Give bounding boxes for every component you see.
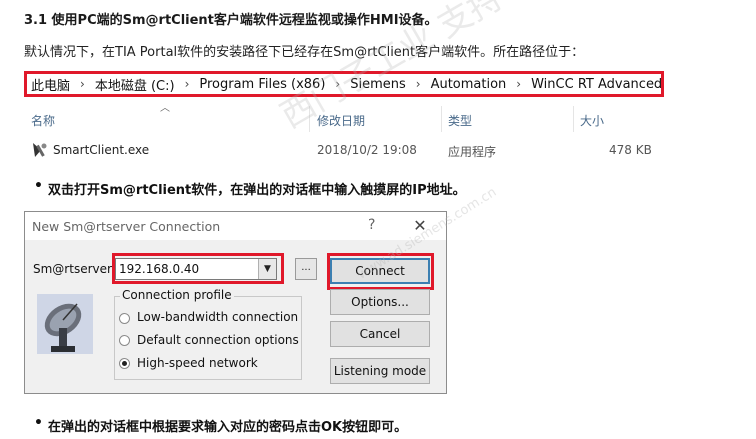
breadcrumb: 此电脑 › 本地磁盘 (C:) › Program Files (x86) › … (24, 71, 664, 97)
breadcrumb-item-program-files[interactable]: Program Files (x86) (195, 77, 329, 92)
breadcrumb-item-this-pc[interactable]: 此电脑 (27, 75, 74, 94)
dialog-title: New Sm@rtserver Connection (32, 219, 221, 234)
dialog-titlebar: New Sm@rtserver Connection ? ✕ (25, 212, 446, 240)
radio-label-default[interactable]: Default connection options (137, 333, 299, 347)
satellite-dish-icon (37, 294, 93, 354)
help-icon[interactable]: ? (368, 217, 375, 233)
browse-button[interactable]: ... (295, 258, 317, 280)
column-divider (309, 106, 310, 132)
radio-low-bandwidth[interactable] (119, 313, 130, 324)
intro-paragraph: 默认情况下，在TIA Portal软件的安装路径下已经存在Sm@rtClient… (24, 45, 585, 60)
breadcrumb-item-siemens[interactable]: Siemens (346, 77, 410, 92)
radio-high-speed[interactable] (119, 358, 130, 369)
breadcrumb-item-wincc[interactable]: WinCC RT Advanced (527, 77, 661, 92)
chevron-right-icon: › (184, 77, 190, 91)
chevron-right-icon: › (80, 77, 85, 91)
column-header-modified[interactable]: 修改日期 (317, 112, 365, 129)
file-name[interactable]: SmartClient.exe (53, 143, 149, 157)
chevron-right-icon: › (335, 77, 341, 91)
server-label: Sm@rtserver: (33, 262, 116, 276)
column-header-name[interactable]: 名称 (31, 112, 55, 129)
sort-up-icon: ︿ (160, 103, 170, 114)
radio-default[interactable] (119, 335, 130, 346)
file-size: 478 KB (609, 143, 652, 157)
section-heading: 3.1 使用PC端的Sm@rtClient客户端软件远程监视或操作HMI设备。 (24, 13, 438, 28)
chevron-right-icon: › (516, 77, 522, 91)
file-type: 应用程序 (448, 145, 497, 159)
highlight-box (327, 253, 434, 290)
column-divider (573, 106, 574, 132)
radio-label-low-bandwidth[interactable]: Low-bandwidth connection (137, 310, 298, 324)
connection-profile-label: Connection profile (120, 288, 234, 302)
chevron-right-icon: › (415, 77, 421, 91)
instruction-bullet: 在弹出的对话框中根据要求输入对应的密码点击OK按钮即可。 (34, 415, 407, 435)
breadcrumb-item-automation[interactable]: Automation (427, 77, 511, 92)
file-modified: 2018/10/2 19:08 (317, 143, 417, 157)
radio-label-high-speed[interactable]: High-speed network (137, 356, 258, 370)
column-header-size[interactable]: 大小 (580, 112, 604, 129)
options-button[interactable]: Options... (330, 289, 430, 315)
listening-mode-button[interactable]: Listening mode (330, 358, 430, 384)
column-divider (441, 106, 442, 132)
column-header-type[interactable]: 类型 (448, 112, 472, 129)
instruction-bullet: 双击打开Sm@rtClient软件，在弹出的对话框中输入触摸屏的IP地址。 (34, 178, 466, 198)
smartclient-app-icon[interactable] (31, 141, 49, 159)
cancel-button[interactable]: Cancel (330, 321, 430, 347)
connection-dialog: New Sm@rtserver Connection ? ✕ Sm@rtserv… (24, 211, 447, 394)
highlight-box (112, 253, 284, 284)
breadcrumb-item-local-disk[interactable]: 本地磁盘 (C:) (91, 75, 179, 94)
close-icon[interactable]: ✕ (405, 216, 435, 236)
